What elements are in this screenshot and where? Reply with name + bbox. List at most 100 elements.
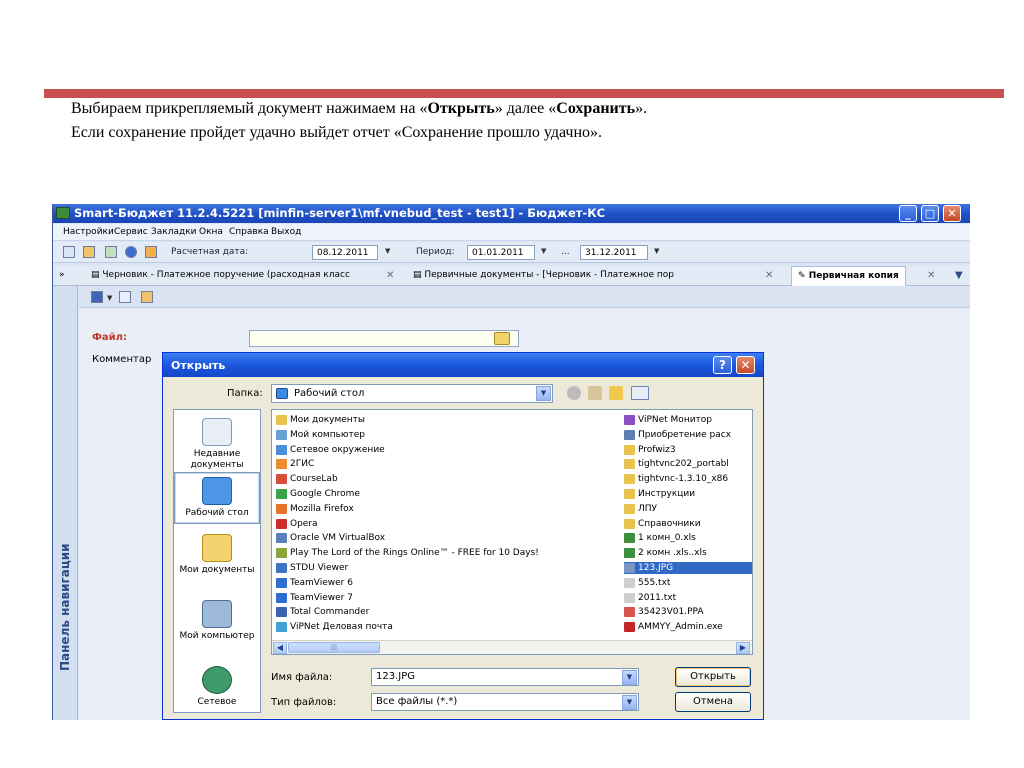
file-item[interactable]: 123.JPG [624, 562, 752, 574]
filename-input[interactable]: 123.JPG ▼ [371, 668, 639, 686]
file-item[interactable]: Play The Lord of the Rings Online™ - FRE… [276, 547, 539, 559]
tools-icon[interactable] [145, 246, 157, 258]
file-item[interactable]: tightvnc202_portabl [624, 458, 752, 470]
file-item[interactable]: Мой компьютер [276, 429, 365, 441]
tab-close-icon[interactable]: ✕ [765, 270, 773, 281]
file-item[interactable]: ViPNet Монитор [624, 414, 752, 426]
tab-draft-payment[interactable]: ▤ Черновик - Платежное поручение (расход… [91, 270, 350, 280]
period-to-field[interactable]: 31.12.2011 [580, 245, 648, 260]
view-menu-icon[interactable] [631, 386, 649, 400]
period-from-dropdown-icon[interactable]: ▼ [541, 247, 546, 255]
my-computer-icon [202, 600, 232, 628]
lookin-label: Папка: [227, 388, 263, 399]
file-item[interactable]: 2011.txt [624, 592, 752, 604]
period-to-dropdown-icon[interactable]: ▼ [654, 247, 659, 255]
period-from-field[interactable]: 01.01.2011 [467, 245, 535, 260]
exit-icon[interactable] [63, 246, 75, 258]
file-input[interactable] [249, 330, 519, 347]
browse-folder-icon[interactable] [494, 332, 510, 345]
file-item[interactable]: AMMYY_Admin.exe [624, 621, 752, 633]
menu-service[interactable]: Сервис [114, 227, 148, 237]
menu-bookmarks[interactable]: Закладки [151, 227, 197, 237]
report-icon[interactable] [105, 246, 117, 258]
file-item[interactable]: 1 комн_0.xls [624, 532, 752, 544]
file-item[interactable]: Приобретение расх [624, 429, 752, 441]
open-button[interactable]: Открыть [675, 667, 751, 687]
file-item[interactable]: STDU Viewer [276, 562, 348, 574]
file-item[interactable]: TeamViewer 6 [276, 577, 353, 589]
minimize-button[interactable]: _ [899, 205, 917, 222]
file-item[interactable]: Сетевое окружение [276, 444, 385, 456]
lookin-combo[interactable]: Рабочий стол ▼ [271, 384, 553, 403]
file-item[interactable]: Opera [276, 518, 318, 530]
file-item[interactable]: ЛПУ [624, 503, 752, 515]
up-folder-icon[interactable] [588, 386, 602, 400]
lookin-dropdown-icon[interactable]: ▼ [536, 386, 551, 401]
help-button[interactable]: ? [713, 356, 732, 374]
file-item[interactable]: 2ГИС [276, 458, 314, 470]
menu-settings[interactable]: Настройки [63, 227, 114, 237]
navigation-panel[interactable]: Панель навигации [53, 286, 78, 720]
calc-date-dropdown-icon[interactable]: ▼ [385, 247, 390, 255]
file-item[interactable]: CourseLab [276, 473, 338, 485]
file-icon [276, 489, 287, 499]
file-item[interactable]: Profwiz3 [624, 444, 752, 456]
dialog-title-bar[interactable]: Открыть ? ✕ [163, 353, 763, 377]
filename-dropdown-icon[interactable]: ▼ [622, 670, 637, 685]
scroll-left-icon[interactable]: ◀ [273, 642, 287, 654]
save-icon[interactable] [91, 291, 103, 303]
period-label: Период: [416, 247, 455, 257]
back-icon[interactable] [567, 386, 581, 400]
place-my-documents[interactable]: Мои документы [174, 534, 260, 576]
info-icon[interactable] [125, 246, 137, 258]
new-folder-icon[interactable] [609, 386, 623, 400]
menu-windows[interactable]: Окна [199, 227, 223, 237]
period-separator: ... [561, 247, 570, 257]
menu-bar: Настройки Сервис Закладки Окна Справка В… [53, 224, 970, 241]
tab-label: Первичные документы - [Черновик - Платеж… [424, 270, 674, 280]
file-list[interactable]: Мои документы Мой компьютер Сетевое окруже… [271, 409, 753, 655]
filetype-select[interactable]: Все файлы (*.*) ▼ [371, 693, 639, 711]
menu-exit[interactable]: Выход [271, 227, 301, 237]
dialog-close-button[interactable]: ✕ [736, 356, 755, 374]
filetype-dropdown-icon[interactable]: ▼ [622, 695, 637, 710]
file-name: Приобретение расх [638, 429, 732, 440]
close-button[interactable]: ✕ [943, 205, 961, 222]
scroll-right-icon[interactable]: ▶ [736, 642, 750, 654]
file-item[interactable]: 35423V01.PPA [624, 606, 752, 618]
tab-close-icon[interactable]: ✕ [386, 270, 394, 281]
calc-date-field[interactable]: 08.12.2011 [312, 245, 378, 260]
catalog-icon[interactable] [83, 246, 95, 258]
menu-help[interactable]: Справка [229, 227, 269, 237]
horizontal-scrollbar[interactable]: ◀ ||| ▶ [272, 640, 752, 654]
expand-nav-icon[interactable]: » [59, 270, 65, 280]
exit-form-icon[interactable] [141, 291, 153, 303]
file-item[interactable]: Инструкции [624, 488, 752, 500]
place-recent[interactable]: Недавние документы [174, 418, 260, 471]
maximize-button[interactable]: □ [921, 205, 939, 222]
save-dropdown-icon[interactable]: ▼ [107, 294, 112, 302]
scroll-thumb[interactable]: ||| [288, 642, 380, 653]
file-item[interactable]: Справочники [624, 518, 752, 530]
file-item[interactable]: 2 комн .xls..xls [624, 547, 752, 559]
place-desktop[interactable]: Рабочий стол [174, 472, 260, 524]
cancel-button[interactable]: Отмена [675, 692, 751, 712]
tab-primary-docs[interactable]: ▤ Первичные документы - [Черновик - Плат… [413, 270, 674, 280]
file-item[interactable]: Total Commander [276, 606, 369, 618]
file-item[interactable]: ViPNet Деловая почта [276, 621, 393, 633]
edit-icon[interactable] [119, 291, 131, 303]
app-title-bar[interactable]: Smart-Бюджет 11.2.4.5221 [minfin-server1… [53, 204, 970, 223]
app-logo-icon [56, 207, 70, 219]
tab-close-icon[interactable]: ✕ [927, 270, 935, 281]
tab-primary-copy[interactable]: ✎ Первичная копия [791, 266, 906, 286]
tab-list-icon[interactable]: ▼ [955, 270, 963, 281]
place-my-computer[interactable]: Мой компьютер [174, 600, 260, 642]
file-item[interactable]: TeamViewer 7 [276, 592, 353, 604]
file-item[interactable]: Google Chrome [276, 488, 360, 500]
file-item[interactable]: Мои документы [276, 414, 365, 426]
file-item[interactable]: Oracle VM VirtualBox [276, 532, 385, 544]
file-item[interactable]: 555.txt [624, 577, 752, 589]
file-item[interactable]: tightvnc-1.3.10_x86 [624, 473, 752, 485]
file-item[interactable]: Mozilla Firefox [276, 503, 354, 515]
place-network[interactable]: Сетевое [174, 666, 260, 708]
